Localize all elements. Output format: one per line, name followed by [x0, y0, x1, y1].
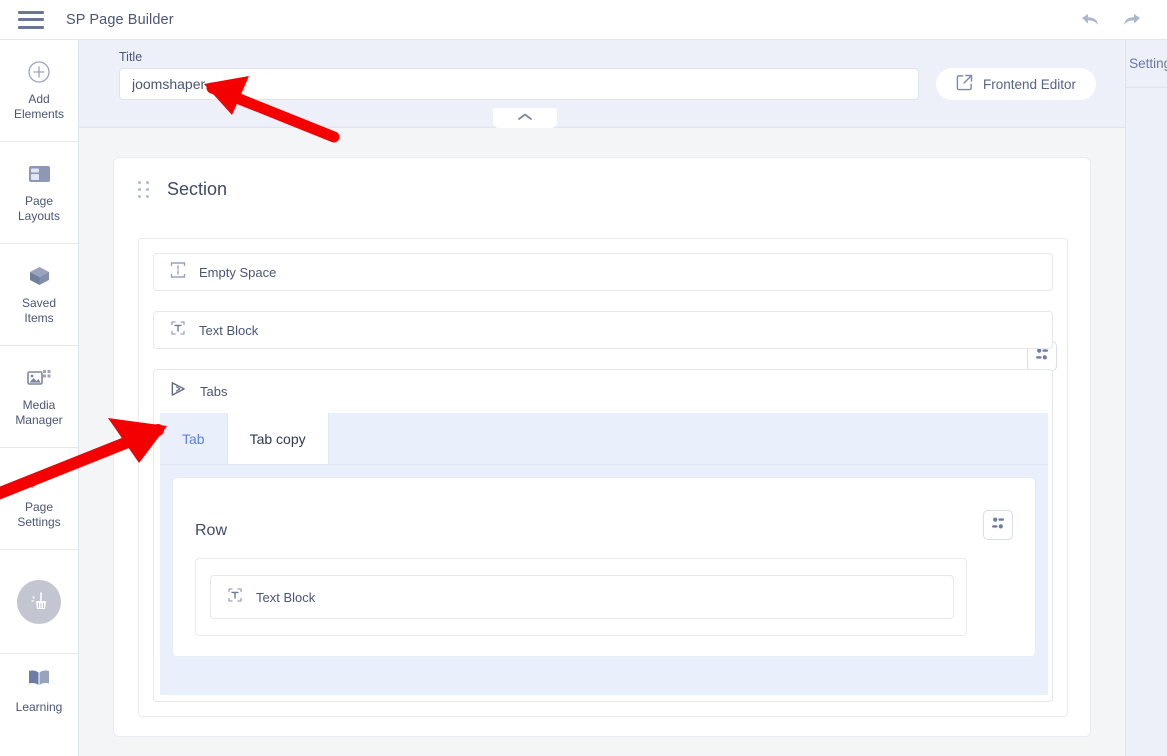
right-panel-title: Settings — [1126, 40, 1167, 88]
tab-item-tab[interactable]: Tab — [160, 413, 227, 464]
app-title: SP Page Builder — [66, 11, 174, 28]
sidebar-item-label: Saved Items — [21, 296, 57, 325]
tab-label: Tab copy — [249, 430, 306, 447]
row-settings-button[interactable] — [983, 510, 1013, 540]
redo-icon[interactable] — [1121, 9, 1145, 31]
sidebar-item-label: Page Settings — [17, 500, 61, 529]
sidebar-item-saved-items[interactable]: Saved Items — [0, 244, 78, 346]
sidebar-item-label: Page Layouts — [17, 194, 61, 223]
sidebar-item-clean[interactable] — [0, 550, 78, 654]
section-title: Section — [167, 178, 228, 199]
title-field-label: Title — [119, 50, 143, 64]
tabs-header: Tabs — [154, 370, 1052, 413]
row-element-text-block[interactable]: Text Block — [210, 575, 954, 619]
element-label: Empty Space — [199, 264, 277, 280]
tabs-strip: Tab Tab copy — [160, 413, 1048, 465]
cube-icon — [27, 263, 52, 289]
hamburger-icon[interactable] — [18, 10, 44, 29]
settings-sliders-icon — [990, 515, 1006, 536]
row-card[interactable]: Row Text Block — [172, 477, 1036, 657]
page-layouts-icon — [27, 161, 52, 187]
empty-space-icon — [169, 261, 187, 284]
right-settings-panel: Settings — [1125, 40, 1167, 756]
wrench-icon — [26, 467, 52, 493]
section-content: Empty Space Text Block Tabs Tab Tab copy… — [138, 238, 1068, 717]
topbar-actions — [1077, 9, 1145, 31]
media-image-icon — [26, 365, 53, 391]
frontend-editor-button[interactable]: Frontend Editor — [936, 68, 1097, 100]
sidebar-item-learning[interactable]: Learning — [0, 654, 78, 744]
tabs-label: Tabs — [200, 384, 228, 399]
plus-circle-icon — [27, 59, 51, 85]
external-link-icon — [956, 74, 973, 94]
page-builder-app: SP Page Builder Add Elements Page Layout… — [0, 0, 1167, 756]
book-icon — [27, 668, 51, 693]
sidebar-item-label: Learning — [15, 700, 63, 714]
element-label: Text Block — [199, 322, 259, 338]
sidebar-item-label: Media Manager — [15, 398, 63, 427]
row-column: Text Block — [195, 558, 967, 636]
chevron-up-icon — [517, 109, 533, 127]
tabs-icon — [169, 380, 188, 404]
sidebar-item-page-settings[interactable]: Page Settings — [0, 448, 78, 550]
title-bar: Title Frontend Editor — [79, 40, 1125, 128]
row-title: Row — [195, 522, 228, 539]
tab-panel: Row Text Block — [160, 465, 1048, 695]
frontend-editor-label: Frontend Editor — [983, 76, 1077, 92]
builder-canvas: Section Empty Space Text Block Tabs Tab … — [79, 128, 1125, 756]
undo-icon[interactable] — [1077, 9, 1101, 31]
element-empty-space[interactable]: Empty Space — [153, 253, 1053, 291]
title-input[interactable] — [119, 68, 919, 100]
drag-handle-icon[interactable] — [138, 180, 149, 198]
tab-label: Tab — [182, 430, 205, 447]
sidebar-item-add-elements[interactable]: Add Elements — [0, 40, 78, 142]
element-text-block[interactable]: Text Block — [153, 311, 1053, 349]
element-label: Text Block — [256, 589, 316, 605]
sidebar-item-page-layouts[interactable]: Page Layouts — [0, 142, 78, 244]
section-header: Section — [114, 158, 1090, 220]
element-tabs[interactable]: Tabs Tab Tab copy Row Text Block — [153, 369, 1053, 702]
tab-item-tab-copy[interactable]: Tab copy — [226, 413, 329, 464]
left-sidebar: Add Elements Page Layouts Saved Items Me… — [0, 40, 79, 756]
top-bar: SP Page Builder — [0, 0, 1167, 40]
text-block-icon — [169, 319, 187, 342]
collapse-toggle-button[interactable] — [493, 108, 557, 128]
text-block-icon — [226, 586, 244, 609]
sidebar-item-label: Add Elements — [13, 92, 65, 121]
broom-clean-icon — [17, 579, 61, 624]
sidebar-item-media-manager[interactable]: Media Manager — [0, 346, 78, 448]
section-card[interactable]: Section Empty Space Text Block Tabs Tab … — [113, 157, 1091, 737]
